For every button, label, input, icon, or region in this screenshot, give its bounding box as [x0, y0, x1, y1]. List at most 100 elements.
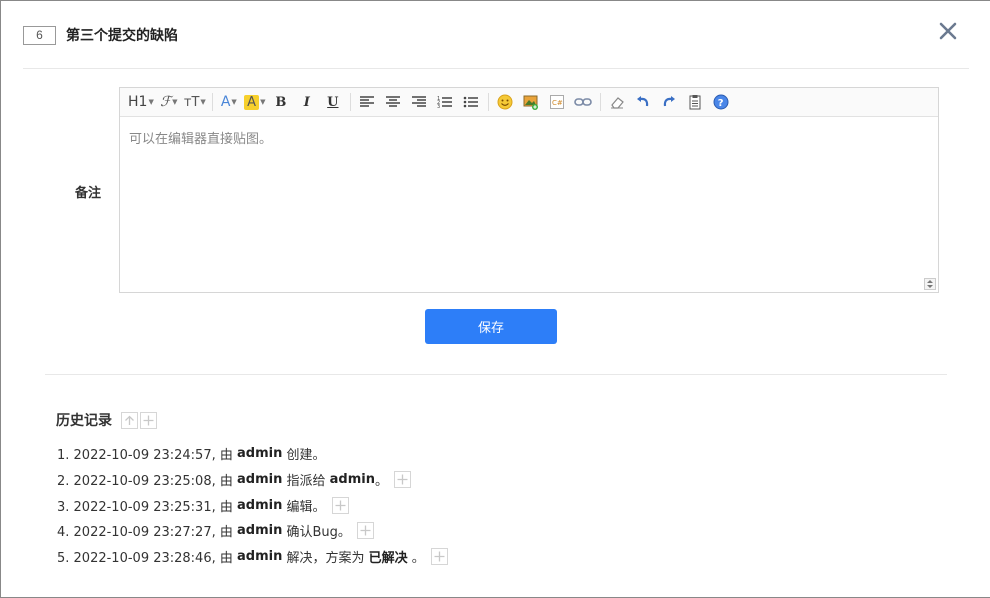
paste-text-button[interactable]	[684, 91, 706, 113]
modal-header: 6 第三个提交的缺陷	[23, 25, 178, 45]
history-title: 历史记录	[56, 413, 112, 429]
toolbar-separator	[211, 93, 213, 111]
undo-icon	[636, 96, 649, 107]
clipboard-icon	[689, 95, 701, 110]
insert-link-button[interactable]	[572, 91, 594, 113]
redo-button[interactable]	[658, 91, 680, 113]
history-item-text: 5. 2022-10-09 23:28:46, 由	[57, 551, 233, 567]
plus-icon	[397, 474, 408, 485]
history-item: 4. 2022-10-09 23:27:27, 由 admin 确认Bug。	[57, 518, 450, 544]
chevron-down-icon: ▼	[172, 98, 178, 106]
chevron-down-icon: ▼	[260, 98, 266, 106]
editor-content-area[interactable]: 可以在编辑器直接贴图。	[120, 118, 938, 292]
rich-text-editor: H1 ▼ ℱ ▼ ᴛT ▼ A ▼ A ▼ B I U 1 2 3 C# ? 可…	[119, 87, 939, 293]
plus-icon	[434, 551, 445, 562]
expand-history-item-button[interactable]	[356, 522, 374, 540]
svg-text:?: ?	[718, 98, 724, 109]
plus-icon	[143, 415, 154, 425]
history-item-action: 确认Bug。	[282, 525, 351, 541]
ordered-list-icon: 123	[437, 96, 452, 109]
editor-toolbar: H1 ▼ ℱ ▼ ᴛT ▼ A ▼ A ▼ B I U 1 2 3 C# ?	[120, 88, 938, 117]
font-size-button[interactable]: ᴛT ▼	[184, 91, 206, 113]
chevron-down-icon: ▼	[231, 98, 237, 106]
section-divider	[45, 374, 947, 375]
history-item-actor: admin	[237, 523, 283, 539]
history-item-suffix: 。	[374, 474, 388, 490]
resize-icon	[927, 280, 933, 288]
align-right-icon	[411, 96, 426, 107]
expand-history-item-button[interactable]	[393, 471, 411, 489]
smiley-icon	[497, 94, 513, 110]
close-button[interactable]	[937, 20, 959, 42]
font-color-button[interactable]: A ▼	[218, 91, 240, 113]
underline-button[interactable]: U	[322, 91, 344, 113]
history-item-suffix: 。	[407, 551, 425, 567]
sort-history-button[interactable]	[121, 411, 138, 429]
svg-text:3: 3	[437, 104, 440, 109]
bug-id-badge: 6	[23, 25, 56, 45]
unordered-list-button[interactable]	[460, 91, 482, 113]
history-item: 2. 2022-10-09 23:25:08, 由 admin 指派给 admi…	[57, 467, 450, 493]
align-right-button[interactable]	[408, 91, 430, 113]
expand-history-item-button[interactable]	[331, 496, 349, 514]
history-header: 历史记录	[56, 410, 159, 430]
toolbar-separator	[599, 93, 601, 111]
font-color-icon: A	[220, 94, 231, 110]
font-size-icon: ᴛT	[183, 94, 200, 110]
italic-button[interactable]: I	[296, 91, 318, 113]
chevron-down-icon: ▼	[200, 98, 206, 106]
redo-icon	[663, 96, 675, 107]
history-item-action: 编辑。	[282, 499, 326, 515]
clear-format-button[interactable]	[606, 91, 628, 113]
unordered-list-icon	[463, 96, 478, 108]
heading-label: H1	[128, 94, 148, 110]
ordered-list-button[interactable]: 123	[434, 91, 456, 113]
plus-icon	[360, 525, 371, 536]
history-item-action: 指派给	[282, 474, 330, 490]
remark-label: 备注	[75, 186, 102, 201]
history-item-actor: admin	[237, 446, 283, 462]
undo-button[interactable]	[632, 91, 654, 113]
history-item-actor: admin	[237, 472, 283, 488]
insert-code-button[interactable]: C#	[546, 91, 568, 113]
save-button[interactable]: 保存	[425, 309, 557, 344]
code-icon: C#	[549, 95, 564, 109]
history-item-actor: admin	[237, 497, 283, 513]
modal-dialog: 6 第三个提交的缺陷 备注 H1 ▼ ℱ ▼ ᴛT ▼ A ▼ A ▼ B I …	[0, 0, 990, 598]
font-family-button[interactable]: ℱ ▼	[158, 91, 180, 113]
history-item-target: 已解决	[368, 551, 408, 567]
link-icon	[574, 98, 592, 106]
align-left-button[interactable]	[356, 91, 378, 113]
bold-button[interactable]: B	[270, 91, 292, 113]
close-icon	[939, 22, 957, 40]
history-item-text: 1. 2022-10-09 23:24:57, 由	[57, 448, 233, 464]
history-list: 1. 2022-10-09 23:24:57, 由 admin 创建。 2. 2…	[57, 441, 450, 569]
heading-button[interactable]: H1 ▼	[128, 91, 154, 113]
editor-resize-handle[interactable]	[924, 278, 936, 290]
align-left-icon	[359, 96, 374, 107]
svg-text:C#: C#	[552, 99, 563, 107]
emoji-button[interactable]	[494, 91, 516, 113]
align-center-button[interactable]	[382, 91, 404, 113]
history-item-action: 创建。	[282, 448, 326, 464]
plus-icon	[335, 500, 345, 511]
image-icon	[523, 95, 538, 110]
expand-all-history-button[interactable]	[140, 411, 157, 429]
background-color-icon: A	[244, 94, 260, 110]
expand-history-item-button[interactable]	[430, 548, 448, 566]
header-divider	[23, 68, 969, 69]
chevron-down-icon: ▼	[148, 98, 154, 106]
history-item: 1. 2022-10-09 23:24:57, 由 admin 创建。	[57, 441, 450, 467]
toolbar-separator	[349, 93, 351, 111]
modal-title: 第三个提交的缺陷	[66, 28, 178, 44]
history-item: 5. 2022-10-09 23:28:46, 由 admin 解决，方案为 已…	[57, 544, 450, 570]
insert-image-button[interactable]	[520, 91, 542, 113]
history-item-action: 解决，方案为	[282, 551, 369, 567]
history-item-text: 2. 2022-10-09 23:25:08, 由	[57, 474, 233, 490]
help-button[interactable]: ?	[710, 91, 732, 113]
history-item-target: admin	[329, 472, 375, 488]
background-color-button[interactable]: A ▼	[244, 91, 266, 113]
editor-placeholder: 可以在编辑器直接贴图。	[129, 132, 273, 147]
arrow-up-icon	[125, 415, 134, 425]
align-center-icon	[385, 96, 400, 107]
